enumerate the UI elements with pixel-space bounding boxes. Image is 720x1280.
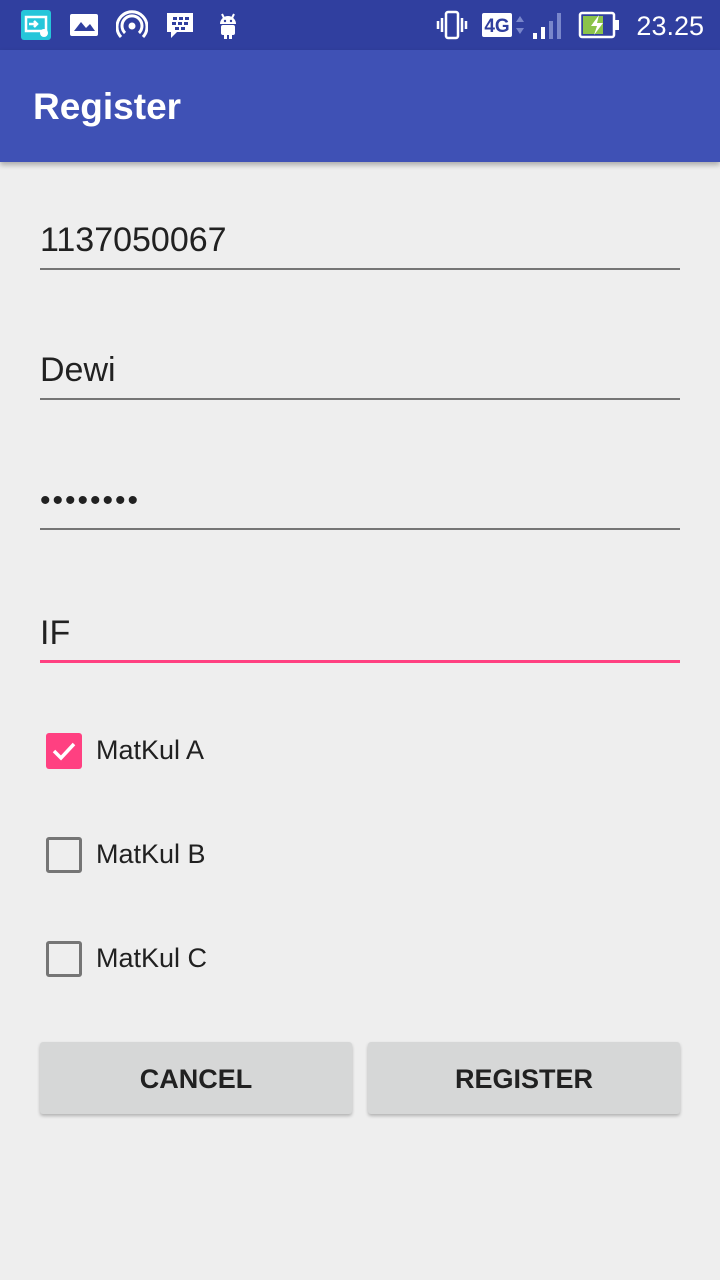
nim-field-underline	[40, 268, 680, 270]
checkbox-label-matkul-c: MatKul C	[96, 943, 208, 973]
network-4g-icon: 4G	[482, 13, 524, 37]
checkbox-row-matkul-b[interactable]: MatKul B	[46, 835, 346, 875]
app-bar: Register	[0, 50, 720, 162]
checkbox-matkul-c[interactable]	[46, 941, 82, 977]
checkbox-label-matkul-a: MatKul A	[96, 735, 205, 765]
checkbox-row-matkul-c[interactable]: MatKul C	[46, 939, 346, 979]
android-icon	[220, 13, 236, 39]
major-field[interactable]: IF	[40, 593, 680, 663]
name-field-value: Dewi	[40, 351, 116, 389]
checkbox-matkul-a[interactable]	[46, 733, 82, 769]
check-icon	[52, 742, 76, 761]
nim-field[interactable]: 1137050067	[40, 200, 680, 270]
nim-field-value: 1137050067	[40, 221, 227, 259]
hotspot-icon	[116, 10, 148, 39]
name-field-underline	[40, 398, 680, 400]
major-field-value: IF	[40, 614, 71, 652]
major-field-underline	[40, 660, 680, 663]
vibrate-icon	[436, 10, 468, 40]
svg-text:4G: 4G	[484, 16, 509, 37]
checkbox-row-matkul-a[interactable]: MatKul A	[46, 731, 346, 771]
bbm-icon	[167, 13, 193, 38]
status-time: 23.25	[636, 11, 704, 41]
signal-icon	[533, 13, 561, 39]
password-field-underline	[40, 528, 680, 530]
battery-charging-icon	[578, 11, 619, 39]
checkbox-matkul-b[interactable]	[46, 837, 82, 873]
checkbox-label-matkul-b: MatKul B	[96, 839, 206, 869]
password-field[interactable]: ••••••••	[40, 460, 680, 530]
register-button[interactable]: REGISTER	[368, 1042, 680, 1114]
password-field-value: ••••••••	[40, 484, 141, 517]
screen-cast-icon	[21, 10, 51, 40]
status-bar: 4G 23.25	[0, 0, 720, 50]
page-title: Register	[33, 86, 182, 127]
cancel-button[interactable]: CANCEL	[40, 1042, 352, 1114]
name-field[interactable]: Dewi	[40, 330, 680, 400]
image-icon	[70, 14, 98, 36]
